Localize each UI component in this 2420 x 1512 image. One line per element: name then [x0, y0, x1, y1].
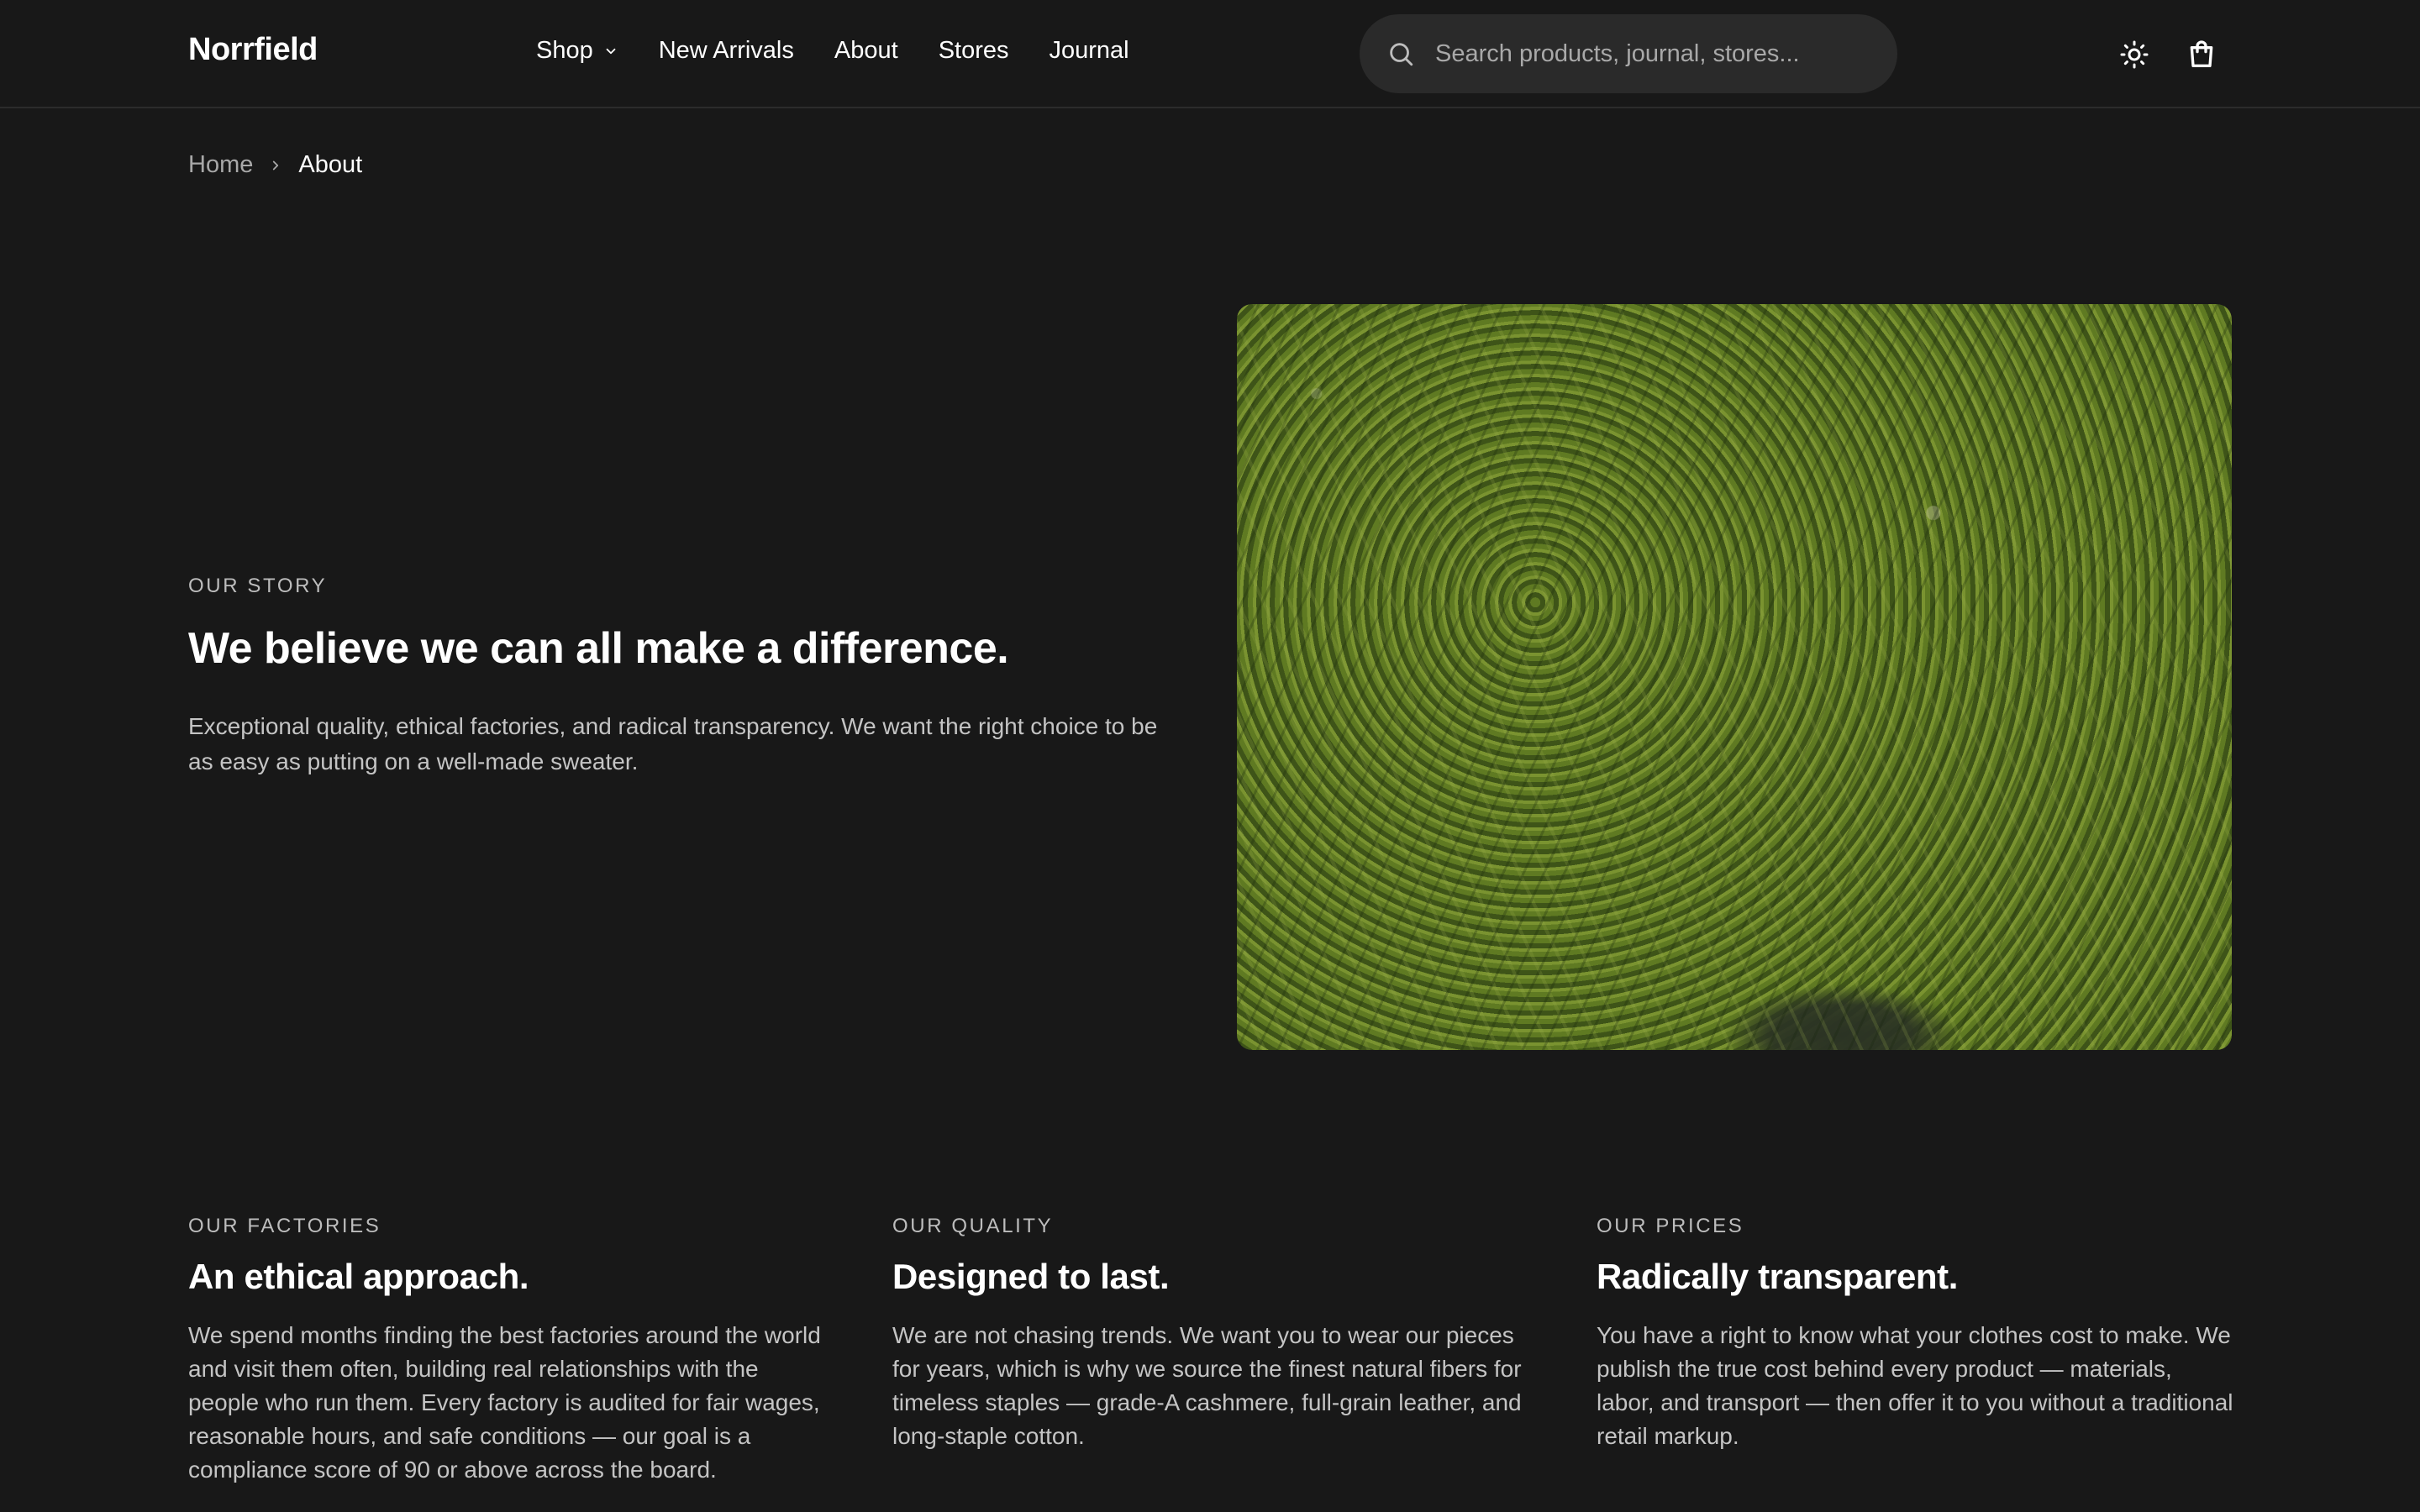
nav-stores[interactable]: Stores — [939, 37, 1009, 65]
value-title: An ethical approach. — [188, 1257, 529, 1296]
breadcrumb-home-link[interactable]: Home — [188, 151, 253, 179]
value-prices: OUR PRICES Radically transparent. You ha… — [1597, 1215, 2233, 1487]
nav-shop[interactable]: Shop — [536, 37, 618, 65]
nav-journal[interactable]: Journal — [1050, 37, 1129, 65]
value-title: Radically transparent. — [1597, 1257, 1959, 1296]
search-input[interactable] — [1435, 39, 1897, 68]
value-eyebrow: OUR FACTORIES — [188, 1215, 381, 1237]
value-factories: OUR FACTORIES An ethical approach. We sp… — [188, 1215, 825, 1487]
hero-eyebrow: OUR STORY — [188, 575, 328, 597]
value-eyebrow: OUR PRICES — [1597, 1215, 1744, 1237]
forest-aerial-image — [1237, 304, 2232, 1050]
value-eyebrow: OUR QUALITY — [892, 1215, 1054, 1237]
main-nav: Shop New Arrivals About Stores Journal — [536, 37, 1170, 65]
search-bar — [1360, 14, 1897, 93]
value-title: Designed to last. — [892, 1257, 1170, 1296]
hero-title: We believe we can all make a difference. — [188, 624, 1009, 673]
chevron-down-icon — [606, 48, 616, 54]
breadcrumb: Home About — [188, 151, 362, 179]
hero-description: Exceptional quality, ethical factories, … — [188, 713, 1158, 774]
cart-button[interactable] — [2182, 35, 2221, 74]
sun-icon — [2120, 40, 2149, 69]
top-navigation-bar: Norrfield Shop New Arrivals About Stores… — [0, 0, 2420, 108]
chevron-right-icon — [273, 160, 279, 170]
value-description: We spend months finding the best factori… — [188, 1322, 821, 1483]
value-quality: OUR QUALITY Designed to last. We are not… — [892, 1215, 1529, 1487]
value-description: We are not chasing trends. We want you t… — [892, 1322, 1522, 1449]
value-description: You have a right to know what your cloth… — [1597, 1322, 2233, 1449]
nav-shop-label: Shop — [536, 37, 593, 64]
nav-about[interactable]: About — [834, 37, 898, 65]
search-icon — [1390, 43, 1413, 66]
values-section: OUR FACTORIES An ethical approach. We sp… — [188, 1215, 2233, 1487]
hero-section: OUR STORY We believe we can all make a d… — [188, 575, 1163, 780]
shopping-bag-icon — [2190, 40, 2213, 68]
breadcrumb-current: About — [298, 151, 363, 178]
brand-logo[interactable]: Norrfield — [188, 32, 318, 68]
theme-toggle-button[interactable] — [2115, 35, 2154, 74]
nav-new-arrivals[interactable]: New Arrivals — [659, 37, 794, 65]
